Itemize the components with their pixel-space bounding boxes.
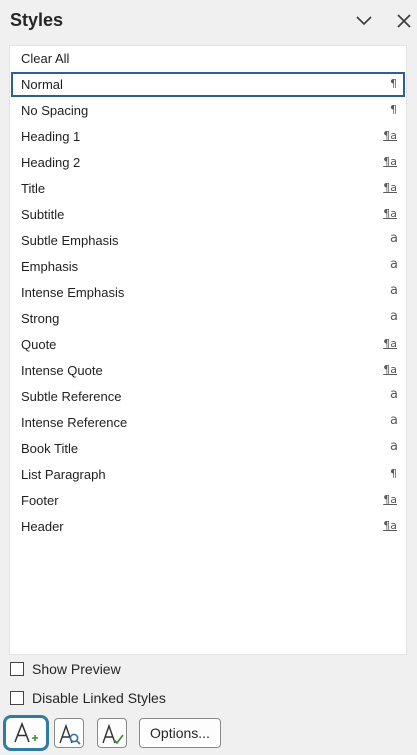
new-style-button[interactable] [3, 715, 49, 751]
manage-styles-button[interactable] [97, 718, 127, 748]
new-style-icon [14, 721, 38, 743]
style-item[interactable]: Subtle Emphasis a [11, 228, 405, 253]
show-preview-label: Show Preview [32, 661, 121, 677]
character-style-icon: a [390, 387, 398, 402]
style-item-label: Footer [21, 493, 59, 508]
style-item[interactable]: Strong a [11, 306, 405, 331]
linked-style-icon: ¶a [383, 129, 397, 142]
style-inspector-icon [59, 723, 81, 745]
style-item[interactable]: Normal ¶ [11, 72, 405, 97]
collapse-button[interactable] [353, 10, 375, 32]
style-item-label: No Spacing [21, 103, 89, 118]
paragraph-style-icon: ¶ [390, 103, 397, 116]
chevron-down-icon [356, 16, 372, 26]
style-item[interactable]: Intense Emphasis a [11, 280, 405, 305]
close-button[interactable] [393, 10, 415, 32]
style-item-label: Book Title [21, 441, 79, 456]
pane-header: Styles [0, 0, 417, 44]
style-item-label: Heading 2 [21, 155, 81, 170]
style-item-label: Intense Quote [21, 363, 103, 378]
style-item-label: Emphasis [21, 259, 79, 274]
style-item-label: Subtitle [21, 207, 65, 222]
character-style-icon: a [390, 231, 398, 246]
style-item[interactable]: List Paragraph ¶ [11, 462, 405, 487]
linked-style-icon: ¶a [383, 493, 397, 506]
linked-style-icon: ¶a [383, 519, 397, 532]
style-item[interactable]: Heading 2 ¶a [11, 150, 405, 175]
style-item[interactable]: Header ¶a [11, 514, 405, 539]
disable-linked-styles-label: Disable Linked Styles [32, 690, 166, 706]
style-item[interactable]: Intense Quote ¶a [11, 358, 405, 383]
style-inspector-button[interactable] [54, 718, 84, 748]
style-item-label: List Paragraph [21, 467, 106, 482]
style-item-label: Subtle Reference [21, 389, 122, 404]
character-style-icon: a [390, 413, 398, 428]
linked-style-icon: ¶a [383, 207, 397, 220]
style-item-label: Normal [21, 77, 63, 92]
style-item[interactable]: Heading 1 ¶a [11, 124, 405, 149]
style-item-label: Title [21, 181, 46, 196]
styles-list: Clear All Normal ¶ No Spacing ¶ Heading 1 ¶a He… [9, 45, 407, 655]
options-button[interactable]: Options... [139, 718, 221, 748]
style-item-label: Subtle Emphasis [21, 233, 119, 248]
character-style-icon: a [390, 257, 398, 272]
disable-linked-styles-checkbox[interactable] [10, 691, 24, 705]
linked-style-icon: ¶a [383, 155, 397, 168]
character-style-icon: a [390, 439, 398, 454]
style-item-label: Strong [21, 311, 60, 326]
manage-styles-icon [102, 723, 124, 745]
style-item-label: Header [21, 519, 64, 534]
disable-linked-styles-option[interactable]: Disable Linked Styles [10, 690, 200, 710]
style-item[interactable]: Subtle Reference a [11, 384, 405, 409]
style-item-label: Intense Emphasis [21, 285, 125, 300]
linked-style-icon: ¶a [383, 337, 397, 350]
style-item-label: Clear All [21, 51, 70, 66]
style-item[interactable]: Emphasis a [11, 254, 405, 279]
linked-style-icon: ¶a [383, 181, 397, 194]
linked-style-icon: ¶a [383, 363, 397, 376]
style-item[interactable]: Title ¶a [11, 176, 405, 201]
style-item[interactable]: No Spacing ¶ [11, 98, 405, 123]
paragraph-style-icon: ¶ [390, 77, 397, 90]
style-item[interactable]: Subtitle ¶a [11, 202, 405, 227]
style-item[interactable]: Footer ¶a [11, 488, 405, 513]
style-item[interactable]: Intense Reference a [11, 410, 405, 435]
style-item-label: Quote [21, 337, 57, 352]
show-preview-checkbox[interactable] [10, 662, 24, 676]
character-style-icon: a [390, 309, 398, 324]
close-icon [397, 14, 411, 28]
paragraph-style-icon: ¶ [390, 467, 397, 480]
style-item-label: Intense Reference [21, 415, 128, 430]
style-item[interactable]: Clear All [11, 46, 405, 71]
style-item[interactable]: Quote ¶a [11, 332, 405, 357]
pane-title: Styles [10, 10, 64, 30]
style-item[interactable]: Book Title a [11, 436, 405, 461]
style-item-label: Heading 1 [21, 129, 81, 144]
character-style-icon: a [390, 283, 398, 298]
show-preview-option[interactable]: Show Preview [10, 661, 150, 681]
